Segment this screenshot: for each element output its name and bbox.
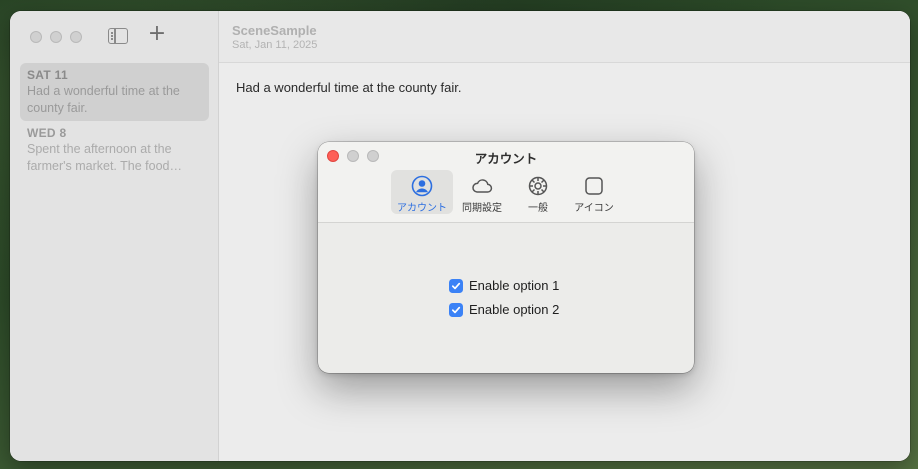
new-entry-button[interactable]: + [147, 23, 167, 45]
title-bar: SceneSample Sat, Jan 11, 2025 [219, 11, 910, 63]
tab-account[interactable]: アカウント [391, 170, 453, 214]
gear-icon [528, 176, 548, 196]
minimize-window-button[interactable] [50, 31, 62, 43]
dialog-title: アカウント [474, 152, 538, 166]
option-2-checkbox[interactable] [449, 302, 463, 317]
cloud-icon [472, 179, 493, 193]
window-subtitle: Sat, Jan 11, 2025 [232, 39, 318, 51]
entry-date: WED 8 [27, 126, 67, 140]
tab-app-icon[interactable]: アイコン [568, 170, 620, 214]
tab-general[interactable]: 一般 [520, 170, 556, 214]
person-circle-icon [411, 175, 433, 197]
entry-body-text[interactable]: Had a wonderful time at the county fair. [236, 80, 461, 95]
entry-date: SAT 11 [27, 68, 68, 82]
checkmark-icon [451, 306, 461, 313]
settings-dialog: アカウント アカウント 同期設定 一般 アイコン Enable option 1… [318, 142, 694, 373]
zoom-window-button[interactable] [70, 31, 82, 43]
list-item[interactable]: WED 8 Spent the afternoon at the farmer'… [20, 121, 209, 179]
sidebar-toggle-icon[interactable] [108, 28, 128, 44]
sidebar: + SAT 11 Had a wonderful time at the cou… [10, 11, 219, 461]
checkmark-icon [451, 282, 461, 289]
tab-app-icon-label: アイコン [574, 203, 614, 214]
tab-account-label: アカウント [397, 203, 447, 214]
app-icon-square [585, 177, 603, 195]
tab-sync[interactable]: 同期設定 [457, 170, 507, 214]
entry-preview: Had a wonderful time at the county fair. [27, 84, 180, 115]
window-controls [30, 31, 82, 43]
option-2-label: Enable option 2 [469, 302, 560, 317]
option-2-row: Enable option 2 [449, 302, 559, 317]
close-window-button[interactable] [30, 31, 42, 43]
option-1-label: Enable option 1 [469, 278, 560, 293]
entry-preview: Spent the afternoon at the farmer's mark… [27, 142, 182, 173]
dialog-toolbar: アカウント アカウント 同期設定 一般 アイコン [318, 142, 694, 223]
tab-sync-label: 同期設定 [462, 203, 502, 214]
window-title: SceneSample [232, 23, 317, 38]
tab-general-label: 一般 [528, 203, 548, 214]
option-1-row: Enable option 1 [449, 278, 559, 293]
option-1-checkbox[interactable] [449, 278, 463, 293]
list-item[interactable]: SAT 11 Had a wonderful time at the count… [20, 63, 209, 121]
